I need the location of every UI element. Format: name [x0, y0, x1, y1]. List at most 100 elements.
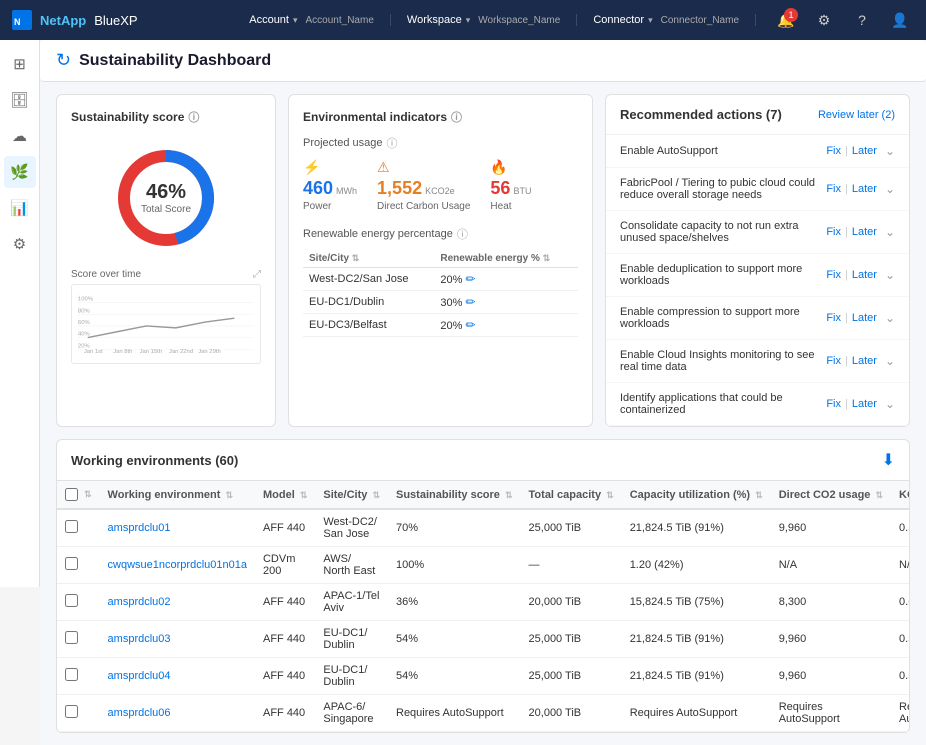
power-label: Power	[303, 201, 357, 212]
we-name-link[interactable]: amsprdclu01	[108, 522, 171, 534]
later-link[interactable]: Later	[852, 312, 877, 324]
edit-icon[interactable]: ✏	[465, 272, 475, 286]
we-co2-cell: 9,960	[771, 509, 891, 547]
edit-icon[interactable]: ✏	[465, 295, 475, 309]
settings-button[interactable]: ⚙	[810, 6, 838, 34]
carbon-unit: KCO2e	[425, 186, 455, 196]
we-col-header[interactable]: Model ⇅	[255, 481, 315, 509]
we-score-cell: Requires AutoSupport	[388, 695, 521, 732]
score-info-icon[interactable]: ⓘ	[188, 109, 199, 125]
sidebar-item-home[interactable]: ⊞	[4, 48, 36, 80]
we-name-link[interactable]: amsprdclu02	[108, 596, 171, 608]
later-link[interactable]: Later	[852, 183, 877, 195]
row-checkbox[interactable]	[65, 705, 78, 718]
fix-link[interactable]: Fix	[826, 312, 841, 324]
we-score-cell: 100%	[388, 547, 521, 584]
we-name-link[interactable]: amsprdclu03	[108, 633, 171, 645]
we-kgcarbon-cell: 0.5	[891, 621, 909, 658]
review-later-button[interactable]: Review later (2)	[818, 109, 895, 121]
account-section[interactable]: Account ▾ Account_Name	[249, 14, 391, 26]
power-icon: ⚡	[303, 159, 357, 176]
action-chevron-icon[interactable]: ⌄	[885, 354, 895, 368]
we-totalcap-cell: 25,000 TiB	[521, 658, 622, 695]
site-cell: EU-DC3/Belfast	[303, 314, 434, 337]
env-info-icon[interactable]: ⓘ	[451, 109, 462, 125]
row-checkbox[interactable]	[65, 594, 78, 607]
sidebar-item-mobility[interactable]: ☁	[4, 120, 36, 152]
we-model-cell: AFF 440	[255, 658, 315, 695]
workspace-section[interactable]: Workspace ▾ Workspace_Name	[407, 14, 577, 26]
donut-text: 46% Total Score	[141, 181, 191, 215]
we-name-cell: amsprdclu03	[100, 621, 255, 658]
help-button[interactable]: ?	[848, 6, 876, 34]
we-col-header[interactable]: Direct CO2 usage ⇅	[771, 481, 891, 509]
edit-icon[interactable]: ✏	[465, 318, 475, 332]
chart-expand-icon[interactable]: ⤢	[253, 269, 261, 280]
we-kgcarbon-cell: 0.5	[891, 658, 909, 695]
later-link[interactable]: Later	[852, 145, 877, 157]
row-check-cell	[57, 621, 100, 658]
carbon-value: 1,552	[377, 178, 422, 199]
row-checkbox[interactable]	[65, 668, 78, 681]
row-check-cell	[57, 695, 100, 732]
renewable-row: EU-DC1/Dublin 30% ✏	[303, 291, 578, 314]
we-name-link[interactable]: amsprdclu04	[108, 670, 171, 682]
user-button[interactable]: 👤	[886, 6, 914, 34]
we-table: ⇅Working environment ⇅Model ⇅Site/City ⇅…	[57, 481, 909, 732]
action-chevron-icon[interactable]: ⌄	[885, 182, 895, 196]
renewable-info-icon[interactable]: ⓘ	[457, 226, 468, 242]
col-renewable-pct[interactable]: Renewable energy % ⇅	[434, 250, 578, 268]
we-site-cell: EU-DC1/ Dublin	[315, 621, 388, 658]
renewable-row: EU-DC3/Belfast 20% ✏	[303, 314, 578, 337]
we-co2-cell: 9,960	[771, 658, 891, 695]
projected-info-icon[interactable]: ⓘ	[387, 135, 398, 151]
action-chevron-icon[interactable]: ⌄	[885, 311, 895, 325]
download-button[interactable]: ⬇	[882, 450, 895, 470]
action-chevron-icon[interactable]: ⌄	[885, 225, 895, 239]
netapp-logo: N	[12, 10, 32, 30]
fix-link[interactable]: Fix	[826, 355, 841, 367]
we-name-link[interactable]: cwqwsue1ncorprdclu01n01a	[108, 559, 247, 571]
workspace-name: Workspace_Name	[478, 15, 560, 26]
sidebar-item-sustainability[interactable]: 🌿	[4, 156, 36, 188]
row-checkbox[interactable]	[65, 520, 78, 533]
we-col-header[interactable]: Sustainability score ⇅	[388, 481, 521, 509]
account-name: Account_Name	[306, 15, 374, 26]
notifications-button[interactable]: 🔔 1	[772, 6, 800, 34]
select-all-checkbox[interactable]	[65, 488, 78, 501]
col-site-city[interactable]: Site/City ⇅	[303, 250, 434, 268]
connector-section[interactable]: Connector ▾ Connector_Name	[593, 14, 756, 26]
fix-link[interactable]: Fix	[826, 398, 841, 410]
we-col-header[interactable]: Site/City ⇅	[315, 481, 388, 509]
row-checkbox[interactable]	[65, 557, 78, 570]
sidebar-item-storage[interactable]: 🗄	[4, 84, 36, 116]
we-col-header[interactable]: Capacity utilization (%) ⇅	[622, 481, 771, 509]
later-link[interactable]: Later	[852, 355, 877, 367]
we-col-header[interactable]: Working environment ⇅	[100, 481, 255, 509]
we-caputil-cell: 21,824.5 TiB (91%)	[622, 658, 771, 695]
svg-text:40%: 40%	[78, 332, 90, 338]
we-caputil-cell: 1.20 (42%)	[622, 547, 771, 584]
fix-link[interactable]: Fix	[826, 183, 841, 195]
sidebar-item-analytics[interactable]: 📊	[4, 192, 36, 224]
sidebar-item-settings[interactable]: ⚙	[4, 228, 36, 260]
fix-link[interactable]: Fix	[826, 269, 841, 281]
action-chevron-icon[interactable]: ⌄	[885, 268, 895, 282]
we-header: Working environments (60) ⬇	[57, 440, 909, 481]
later-link[interactable]: Later	[852, 398, 877, 410]
renewable-row: West-DC2/San Jose 20% ✏	[303, 268, 578, 291]
svg-text:60%: 60%	[78, 320, 90, 326]
fix-link[interactable]: Fix	[826, 226, 841, 238]
row-checkbox[interactable]	[65, 631, 78, 644]
svg-text:80%: 80%	[78, 308, 90, 314]
we-co2-cell: N/A	[771, 547, 891, 584]
we-col-header[interactable]: Total capacity ⇅	[521, 481, 622, 509]
action-chevron-icon[interactable]: ⌄	[885, 144, 895, 158]
fix-link[interactable]: Fix	[826, 145, 841, 157]
we-name-link[interactable]: amsprdclu06	[108, 707, 171, 719]
we-col-header[interactable]: KG carbon/TB ⇅	[891, 481, 909, 509]
later-link[interactable]: Later	[852, 269, 877, 281]
power-metric: ⚡ 460 MWh Power	[303, 159, 357, 212]
later-link[interactable]: Later	[852, 226, 877, 238]
action-chevron-icon[interactable]: ⌄	[885, 397, 895, 411]
